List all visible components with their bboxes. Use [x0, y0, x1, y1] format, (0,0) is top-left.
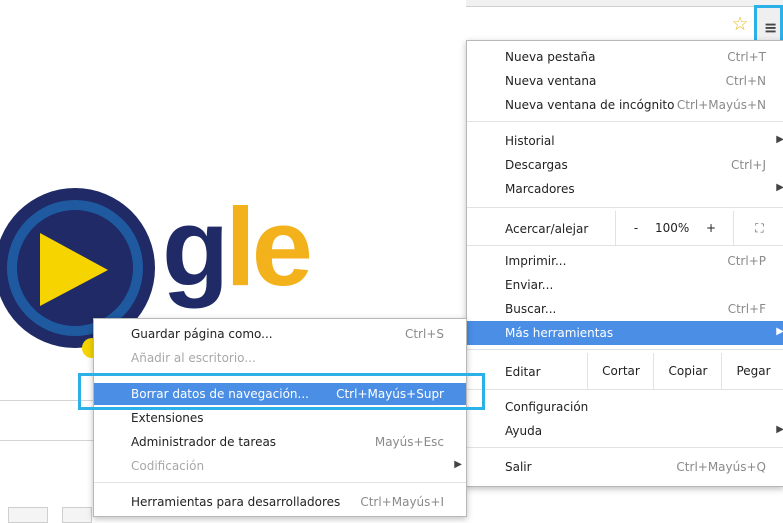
paste-button[interactable]: Pegar	[721, 353, 783, 389]
more-tools-submenu: Guardar página como... Ctrl+S Añadir al e…	[93, 318, 467, 517]
edit-row: Editar Cortar Copiar Pegar	[467, 353, 783, 389]
menu-separator	[467, 447, 783, 448]
submenu-item-save-page[interactable]: Guardar página como... Ctrl+S	[94, 323, 466, 345]
page-button[interactable]	[8, 507, 48, 523]
chevron-right-icon: ▶	[776, 424, 783, 435]
hamburger-menu-icon: ≡	[764, 18, 778, 37]
menu-item-history[interactable]: Historial ▶	[467, 129, 783, 153]
menu-separator	[467, 121, 783, 122]
menu-item-more-tools[interactable]: Más herramientas ▶	[467, 321, 783, 345]
menu-item-downloads[interactable]: Descargas Ctrl+J	[467, 153, 783, 177]
submenu-item-add-to-desktop: Añadir al escritorio...	[131, 351, 256, 365]
submenu-item-task-manager[interactable]: Administrador de tareas Mayús+Esc	[94, 431, 466, 453]
fullscreen-icon[interactable]: ⛶	[733, 211, 783, 245]
chevron-right-icon: ▶	[454, 459, 462, 470]
page-divider	[0, 440, 100, 441]
submenu-item-extensions[interactable]: Extensiones	[94, 407, 466, 429]
chrome-menu-button[interactable]: ≡	[754, 5, 783, 45]
edit-label: Editar	[505, 365, 541, 379]
menu-item-exit[interactable]: Salir Ctrl+Mayús+Q	[467, 455, 783, 479]
cut-button[interactable]: Cortar	[587, 353, 654, 389]
menu-item-send[interactable]: Enviar...	[467, 273, 783, 297]
menu-item-new-window[interactable]: Nueva ventana Ctrl+N	[467, 69, 783, 93]
menu-separator	[467, 389, 783, 390]
chevron-right-icon: ▶	[776, 134, 783, 145]
zoom-out-button[interactable]: -	[615, 211, 656, 245]
star-icon[interactable]: ☆	[730, 14, 750, 34]
submenu-item-encoding: Codificación ▶	[131, 459, 462, 473]
copy-button[interactable]: Copiar	[653, 353, 722, 389]
zoom-in-button[interactable]: +	[689, 211, 733, 245]
menu-item-bookmarks[interactable]: Marcadores ▶	[467, 177, 783, 201]
menu-item-help[interactable]: Ayuda ▶	[467, 419, 783, 443]
zoom-label: Acercar/alejar	[505, 222, 589, 236]
browser-toolbar	[466, 0, 783, 7]
zoom-value: 100%	[655, 221, 690, 235]
menu-item-incognito[interactable]: Nueva ventana de incógnito Ctrl+Mayús+N	[467, 93, 783, 117]
menu-separator	[467, 349, 783, 350]
menu-item-settings[interactable]: Configuración	[467, 395, 783, 419]
submenu-item-developer-tools[interactable]: Herramientas para desarrolladores Ctrl+Ma…	[94, 491, 466, 513]
menu-item-find[interactable]: Buscar... Ctrl+F	[467, 297, 783, 321]
chevron-right-icon: ▶	[776, 182, 783, 193]
menu-item-print[interactable]: Imprimir... Ctrl+P	[467, 249, 783, 273]
page-button[interactable]	[62, 507, 92, 523]
menu-item-new-tab[interactable]: Nueva pestaña Ctrl+T	[467, 45, 783, 69]
chrome-main-menu: Nueva pestaña Ctrl+T Nueva ventana Ctrl+N …	[466, 40, 783, 487]
menu-separator	[467, 245, 783, 246]
logo-wordmark: gle	[162, 186, 313, 309]
menu-separator	[94, 482, 466, 483]
highlight-callout	[78, 373, 485, 410]
menu-separator	[467, 207, 783, 208]
chevron-right-icon: ▶	[776, 326, 783, 337]
zoom-row: Acercar/alejar - 100% + ⛶	[467, 211, 783, 245]
